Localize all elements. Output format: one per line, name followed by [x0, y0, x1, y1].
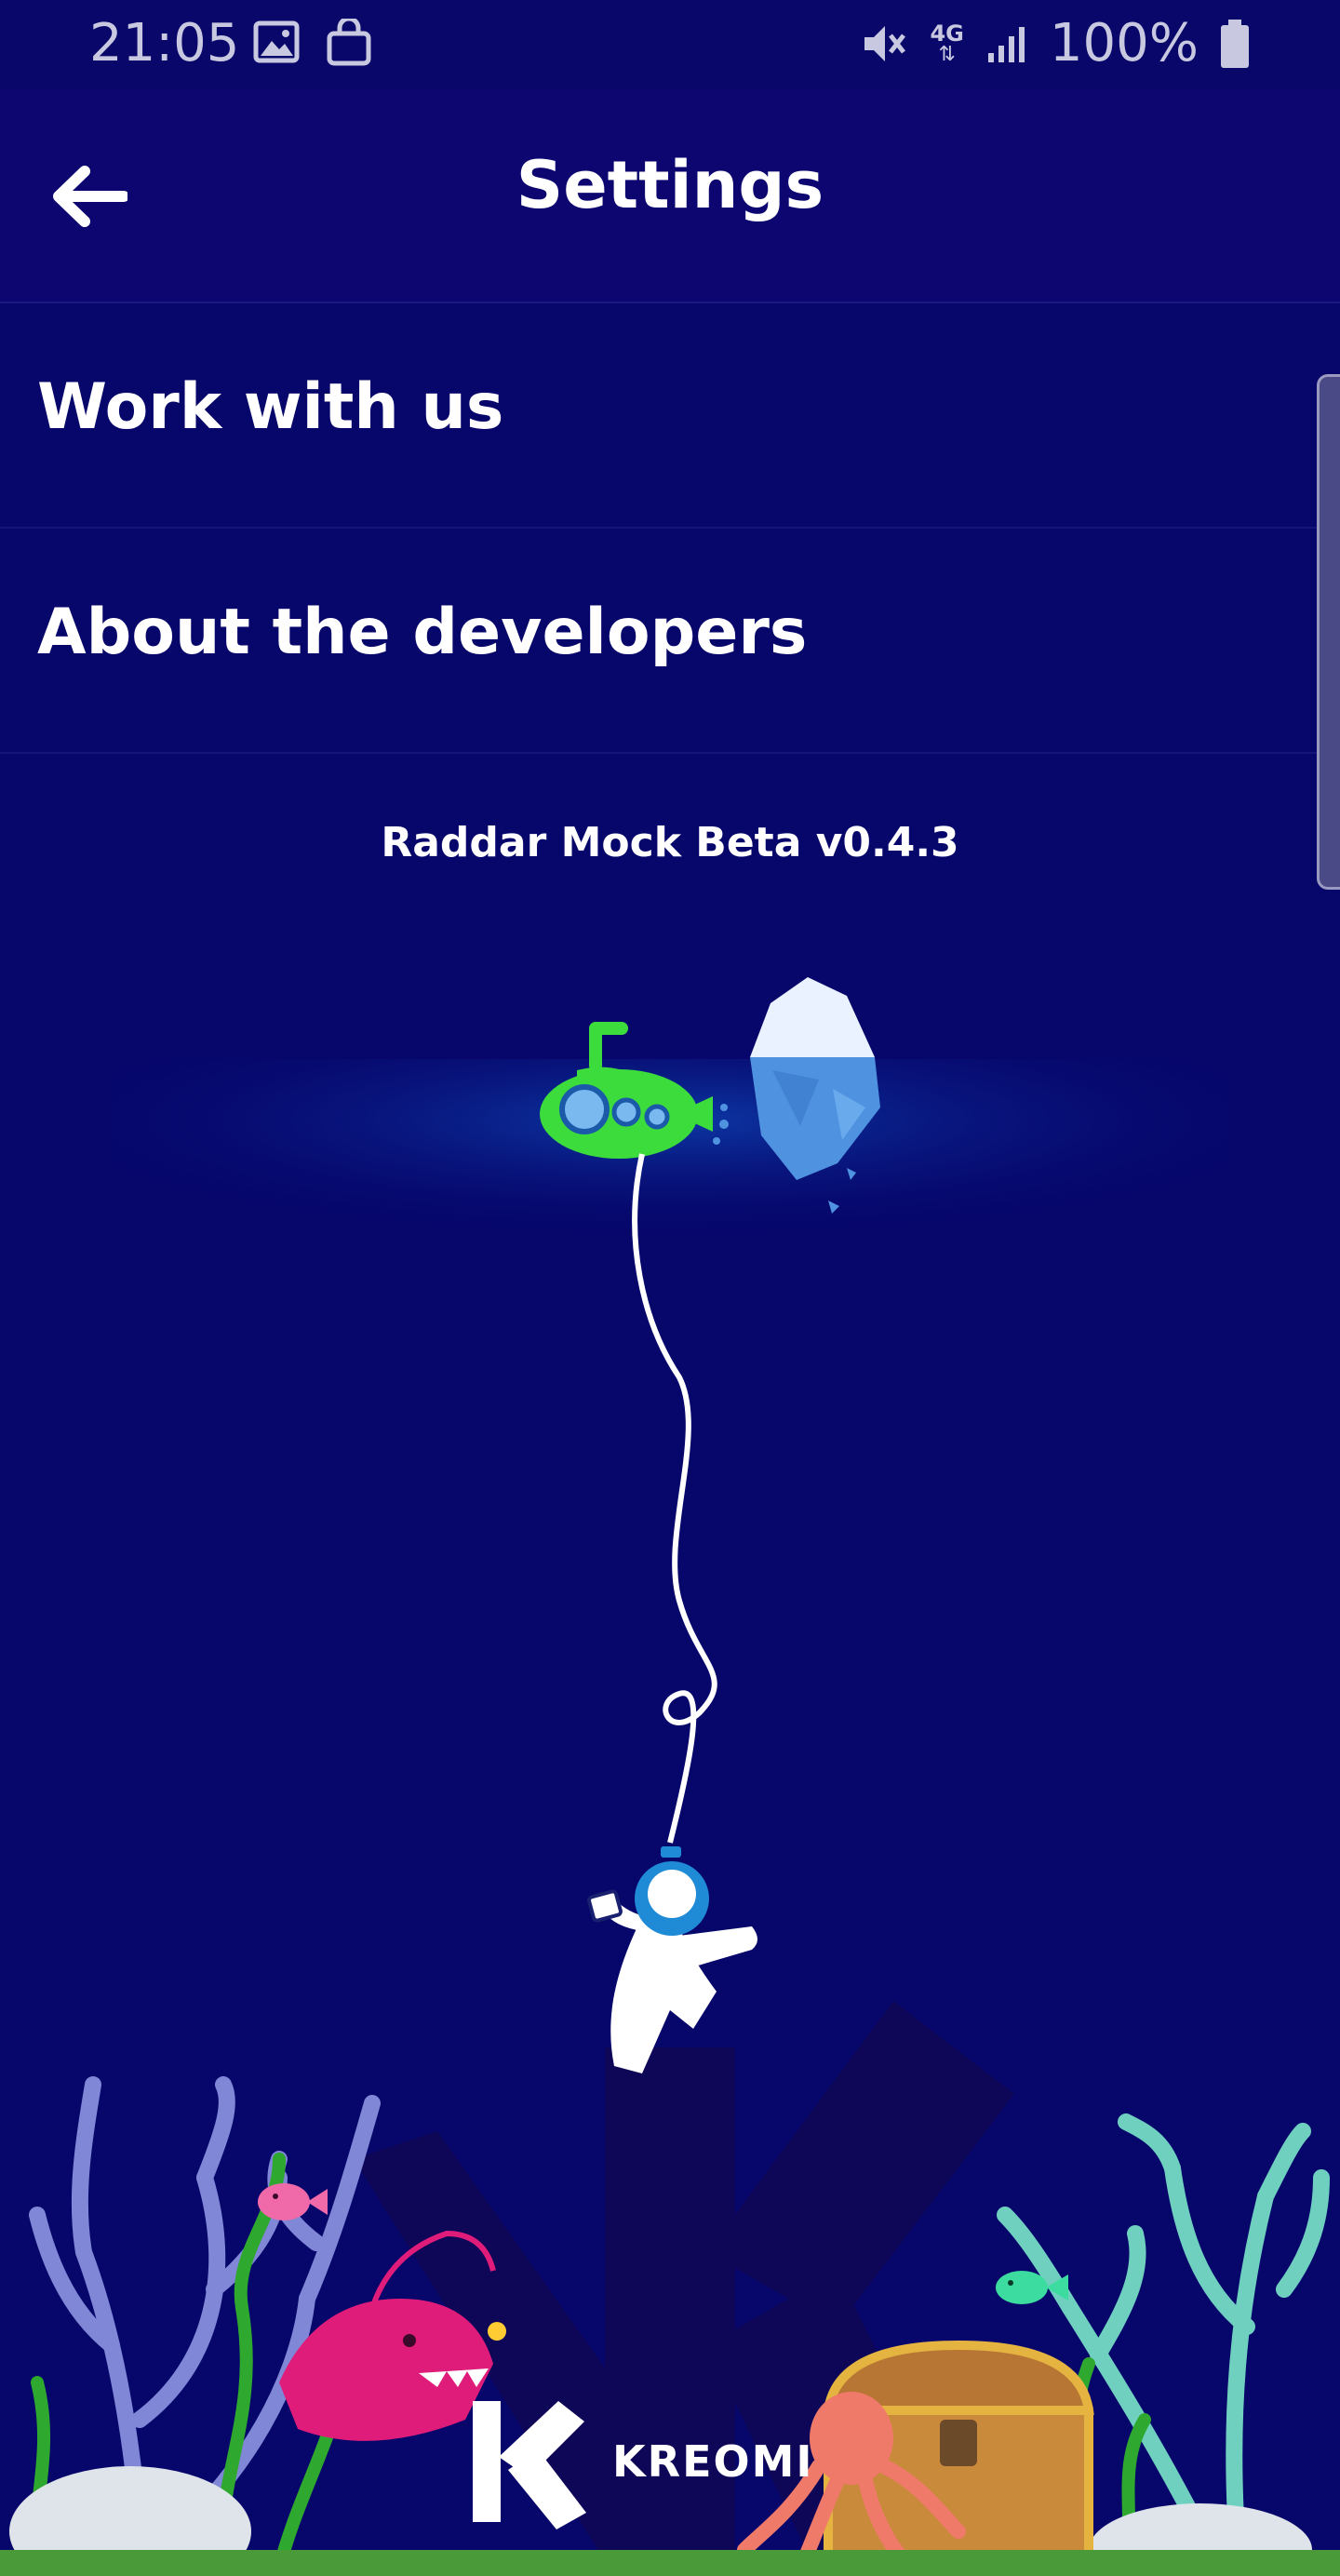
kreomi-logo-icon — [473, 2401, 586, 2529]
scrollbar[interactable] — [1317, 374, 1340, 890]
mute-icon — [864, 25, 906, 61]
network-type: 4G — [930, 20, 964, 47]
gallery-icon — [253, 20, 300, 63]
data-arrows-icon: ⇅ — [938, 42, 956, 66]
status-time: 21:05 — [89, 13, 240, 74]
signal-icon — [987, 26, 1025, 62]
pink-fish-icon — [258, 2183, 328, 2220]
app-bar: Settings — [0, 89, 1340, 303]
menu-item-label: About the developers — [37, 596, 808, 669]
battery-percentage: 100% — [1049, 13, 1199, 74]
status-notification-icons — [253, 19, 372, 67]
diver-icon — [587, 1846, 757, 2073]
page-title: Settings — [516, 147, 824, 223]
shopping-bag-icon — [327, 19, 371, 66]
underwater-illustration — [0, 977, 1340, 2576]
brand-name: KREOMI — [612, 2436, 814, 2487]
version-text: Raddar Mock Beta v0.4.3 — [381, 819, 959, 866]
sea-floor-grass — [0, 2550, 1340, 2576]
kreomi-brand: KREOMI — [456, 2392, 813, 2531]
menu-item-label: Work with us — [37, 370, 504, 444]
network-indicator: 4G ⇅ — [930, 22, 963, 65]
menu-item-work-with-us[interactable]: Work with us — [0, 303, 1321, 529]
status-bar: 21:05 4G ⇅ 100% — [0, 0, 1340, 89]
menu-item-about-developers[interactable]: About the developers — [0, 529, 1321, 754]
battery-icon — [1221, 19, 1249, 68]
status-system-icons: 4G ⇅ 100% — [859, 13, 1251, 74]
